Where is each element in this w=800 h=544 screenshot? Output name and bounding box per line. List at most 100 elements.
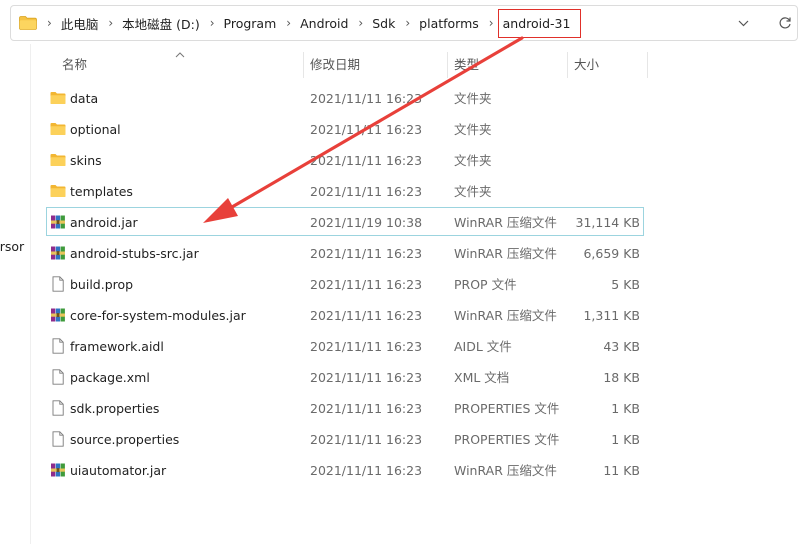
breadcrumb-item-program[interactable]: Program xyxy=(224,16,277,31)
address-bar[interactable]: › 此电脑 › 本地磁盘 (D:) › Program › Android › … xyxy=(10,5,798,41)
file-row[interactable]: templates 2021/11/11 16:23 文件夹 xyxy=(46,176,644,205)
file-row[interactable]: source.properties 2021/11/11 16:23 PROPE… xyxy=(46,424,644,453)
file-icon xyxy=(52,400,64,416)
file-name: android-stubs-src.jar xyxy=(70,246,199,261)
file-type: PROPERTIES 文件 xyxy=(454,401,560,416)
file-row[interactable]: android-stubs-src.jar 2021/11/11 16:23 W… xyxy=(46,238,644,267)
file-row[interactable]: skins 2021/11/11 16:23 文件夹 xyxy=(46,145,644,174)
file-date: 2021/11/11 16:23 xyxy=(310,339,423,354)
file-type: 文件夹 xyxy=(454,91,492,106)
file-size: 31,114 KB xyxy=(575,215,640,230)
file-row[interactable]: framework.aidl 2021/11/11 16:23 AIDL 文件 … xyxy=(46,331,644,360)
file-row[interactable]: sdk.properties 2021/11/11 16:23 PROPERTI… xyxy=(46,393,644,422)
folder-icon xyxy=(19,16,37,30)
column-header-date[interactable]: 修改日期 xyxy=(310,50,360,80)
file-name: skins xyxy=(70,153,102,168)
sort-up-icon xyxy=(175,52,185,58)
file-name: source.properties xyxy=(70,432,180,447)
file-type: 文件夹 xyxy=(454,153,492,168)
winrar-icon xyxy=(51,308,65,322)
file-type: WinRAR 压缩文件 xyxy=(454,308,557,323)
file-name: data xyxy=(70,91,99,106)
file-size: 1 KB xyxy=(611,401,640,416)
chevron-right-icon[interactable]: › xyxy=(358,16,363,30)
column-header-size[interactable]: 大小 xyxy=(574,50,599,80)
file-date: 2021/11/11 16:23 xyxy=(310,246,423,261)
column-divider[interactable] xyxy=(447,52,448,78)
file-date: 2021/11/11 16:23 xyxy=(310,122,423,137)
navigation-pane-clipped-text: ersor xyxy=(0,239,25,254)
file-date: 2021/11/11 16:23 xyxy=(310,91,423,106)
file-row[interactable]: uiautomator.jar 2021/11/11 16:23 WinRAR … xyxy=(46,455,644,484)
file-size: 11 KB xyxy=(603,463,640,478)
file-size: 18 KB xyxy=(603,370,640,385)
file-size: 5 KB xyxy=(611,277,640,292)
breadcrumb-item-platforms[interactable]: platforms xyxy=(419,16,479,31)
file-row[interactable]: build.prop 2021/11/11 16:23 PROP 文件 5 KB xyxy=(46,269,644,298)
breadcrumb: › 此电脑 › 本地磁盘 (D:) › Program › Android › … xyxy=(11,6,582,40)
file-type: PROPERTIES 文件 xyxy=(454,432,560,447)
file-size: 1,311 KB xyxy=(583,308,640,323)
chevron-right-icon[interactable]: › xyxy=(108,16,113,30)
folder-icon xyxy=(50,185,66,197)
file-row[interactable]: package.xml 2021/11/11 16:23 XML 文档 18 K… xyxy=(46,362,644,391)
refresh-button[interactable] xyxy=(775,6,795,40)
file-date: 2021/11/11 16:23 xyxy=(310,463,423,478)
folder-icon xyxy=(50,154,66,166)
folder-icon xyxy=(50,92,66,104)
winrar-icon xyxy=(51,246,65,260)
file-name: uiautomator.jar xyxy=(70,463,167,478)
file-row[interactable]: core-for-system-modules.jar 2021/11/11 1… xyxy=(46,300,644,329)
column-header-type[interactable]: 类型 xyxy=(454,50,479,80)
column-divider[interactable] xyxy=(567,52,568,78)
refresh-icon xyxy=(779,17,791,29)
file-row[interactable]: data 2021/11/11 16:23 文件夹 xyxy=(46,83,644,112)
navigation-pane-divider xyxy=(30,44,31,544)
file-icon xyxy=(52,431,64,447)
file-date: 2021/11/11 16:23 xyxy=(310,370,423,385)
file-date: 2021/11/11 16:23 xyxy=(310,308,423,323)
file-icon xyxy=(52,276,64,292)
address-dropdown-button[interactable] xyxy=(733,6,753,40)
file-name: package.xml xyxy=(70,370,150,385)
file-name: templates xyxy=(70,184,133,199)
chevron-right-icon[interactable]: › xyxy=(286,16,291,30)
breadcrumb-item-current[interactable]: android-31 xyxy=(497,8,582,38)
file-date: 2021/11/11 16:23 xyxy=(310,401,423,416)
file-size: 1 KB xyxy=(611,432,640,447)
file-date: 2021/11/11 16:23 xyxy=(310,432,423,447)
file-size: 43 KB xyxy=(603,339,640,354)
file-row-selected[interactable]: android.jar 2021/11/19 10:38 WinRAR 压缩文件… xyxy=(46,207,644,236)
column-divider[interactable] xyxy=(647,52,648,78)
file-size: 6,659 KB xyxy=(583,246,640,261)
file-name: core-for-system-modules.jar xyxy=(70,308,246,323)
breadcrumb-item-android[interactable]: Android xyxy=(300,16,348,31)
file-name: sdk.properties xyxy=(70,401,160,416)
chevron-right-icon[interactable]: › xyxy=(489,16,494,30)
folder-icon xyxy=(50,123,66,135)
chevron-right-icon[interactable]: › xyxy=(210,16,215,30)
breadcrumb-item-this-pc[interactable]: 此电脑 xyxy=(61,14,99,33)
breadcrumb-item-local-disk[interactable]: 本地磁盘 (D:) xyxy=(122,14,200,33)
breadcrumb-item-sdk[interactable]: Sdk xyxy=(372,16,395,31)
chevron-right-icon: › xyxy=(47,16,52,30)
file-date: 2021/11/19 10:38 xyxy=(310,215,423,230)
file-name: build.prop xyxy=(70,277,134,292)
column-header-name[interactable]: 名称 xyxy=(62,50,87,80)
chevron-right-icon[interactable]: › xyxy=(405,16,410,30)
chevron-down-icon xyxy=(738,20,748,26)
file-type: 文件夹 xyxy=(454,184,492,199)
winrar-icon xyxy=(51,215,65,229)
file-type: 文件夹 xyxy=(454,122,492,137)
file-type: AIDL 文件 xyxy=(454,339,512,354)
column-divider[interactable] xyxy=(303,52,304,78)
file-icon xyxy=(52,369,64,385)
file-type: PROP 文件 xyxy=(454,277,517,292)
file-row[interactable]: optional 2021/11/11 16:23 文件夹 xyxy=(46,114,644,143)
file-date: 2021/11/11 16:23 xyxy=(310,184,423,199)
file-name: android.jar xyxy=(70,215,138,230)
file-date: 2021/11/11 16:23 xyxy=(310,277,423,292)
winrar-icon xyxy=(51,463,65,477)
file-type: WinRAR 压缩文件 xyxy=(454,246,557,261)
file-type: WinRAR 压缩文件 xyxy=(454,215,557,230)
